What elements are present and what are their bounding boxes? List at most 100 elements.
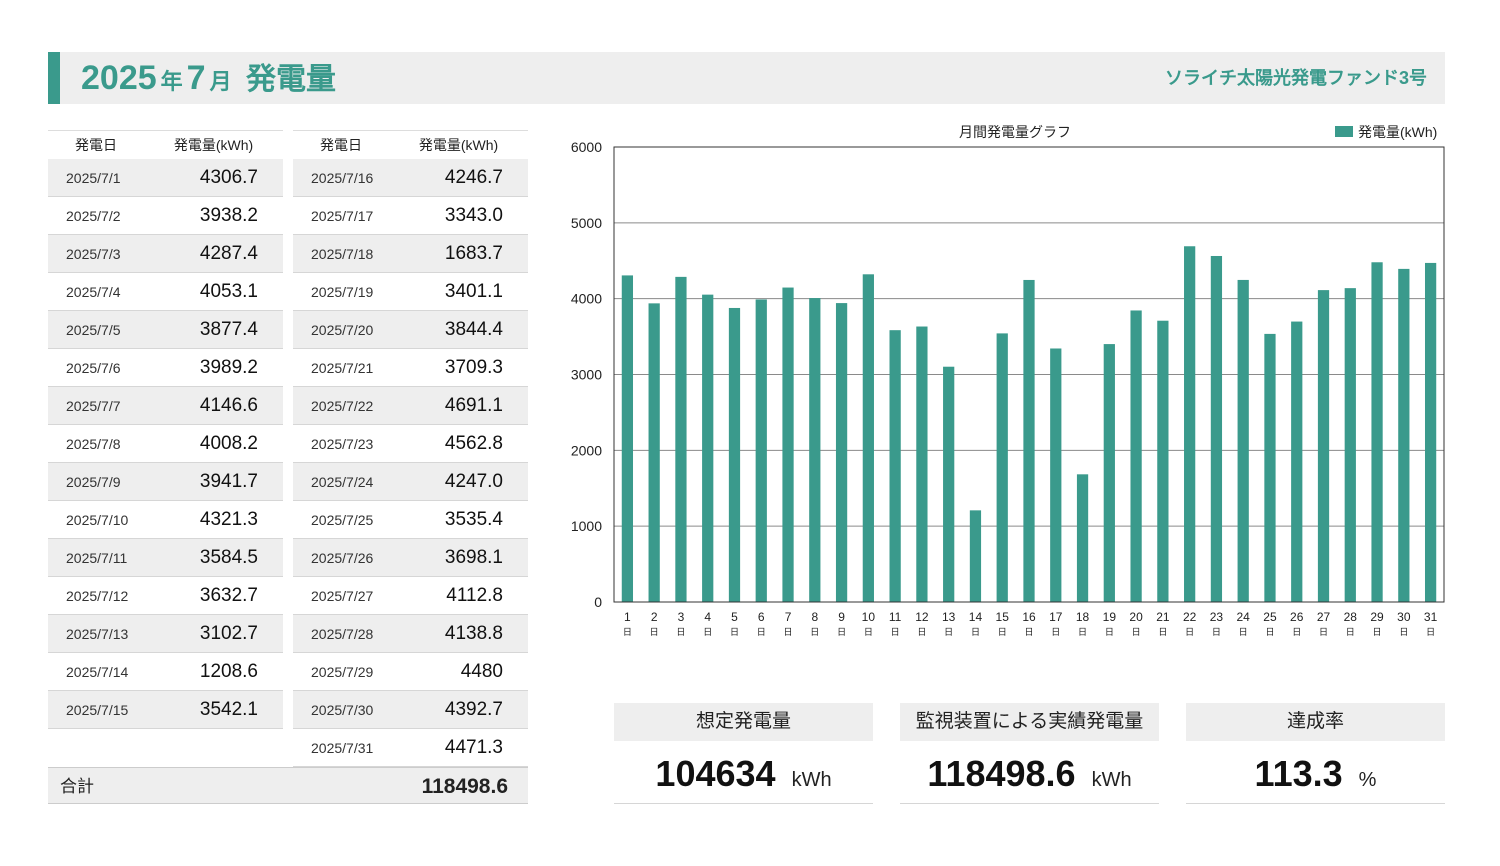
row-date: 2025/7/27 bbox=[311, 587, 374, 604]
col-header-date: 発電日 bbox=[320, 137, 362, 153]
x-tick-suffix: 日 bbox=[1292, 627, 1301, 637]
bar-day-4 bbox=[702, 294, 714, 602]
x-tick-label: 20 bbox=[1129, 610, 1143, 624]
table-row: 2025/7/21 3709.3 bbox=[293, 349, 528, 387]
summary-label: 想定発電量 bbox=[614, 703, 873, 741]
bar-day-27 bbox=[1317, 290, 1330, 602]
col-header-date: 発電日 bbox=[75, 137, 117, 153]
table-row: 2025/7/23 4562.8 bbox=[293, 425, 528, 463]
x-tick-suffix: 日 bbox=[757, 627, 766, 637]
table-row: 2025/7/19 3401.1 bbox=[293, 273, 528, 311]
row-date: 2025/7/7 bbox=[66, 397, 121, 414]
bar-day-9 bbox=[835, 303, 848, 602]
y-tick-label: 2000 bbox=[571, 442, 602, 458]
x-tick-label: 8 bbox=[811, 610, 818, 624]
bar-day-28 bbox=[1344, 288, 1356, 602]
bar-day-21 bbox=[1157, 320, 1169, 602]
row-value: 3941.7 bbox=[199, 470, 258, 492]
x-tick-suffix: 日 bbox=[1078, 627, 1087, 637]
chart-svg: 月間発電量グラフ 発電量(kWh) 0 1000 2000 3000 4000 5000 6… bbox=[571, 124, 1445, 637]
bar-day-15 bbox=[996, 333, 1008, 602]
row-date: 2025/7/14 bbox=[66, 663, 129, 680]
row-value: 3844.4 bbox=[444, 318, 503, 340]
row-value: 4112.8 bbox=[446, 584, 503, 606]
row-date: 2025/7/2 bbox=[66, 207, 121, 224]
bar-day-30 bbox=[1398, 268, 1410, 602]
x-tick-suffix: 日 bbox=[1399, 627, 1408, 637]
table-row: 2025/7/29 4480 bbox=[293, 653, 528, 691]
row-value: 4691.1 bbox=[444, 394, 503, 416]
row-date: 2025/7/31 bbox=[311, 739, 374, 756]
bar-day-11 bbox=[889, 330, 901, 602]
x-tick-suffix: 日 bbox=[703, 627, 712, 637]
x-tick-label: 10 bbox=[862, 610, 876, 624]
title-text: 発電量 bbox=[246, 63, 337, 96]
bar-day-12 bbox=[916, 326, 928, 602]
table-row: 2025/7/17 3343.0 bbox=[293, 197, 528, 235]
row-value: 4321.3 bbox=[199, 508, 258, 530]
row-date: 2025/7/25 bbox=[311, 511, 374, 528]
x-tick-label: 3 bbox=[678, 610, 685, 624]
title-month: 7 bbox=[186, 59, 206, 97]
x-tick-label: 15 bbox=[996, 610, 1010, 624]
row-date: 2025/7/29 bbox=[311, 663, 374, 680]
table-row: 2025/7/26 3698.1 bbox=[293, 539, 528, 577]
table-row: 2025/7/2 3938.2 bbox=[48, 197, 283, 235]
row-value: 4053.1 bbox=[199, 280, 258, 302]
total-label: 合計 bbox=[60, 777, 94, 796]
summary-unit: kWh bbox=[791, 769, 832, 791]
row-date: 2025/7/30 bbox=[311, 701, 374, 718]
row-date: 2025/7/17 bbox=[311, 207, 374, 224]
bar-day-19 bbox=[1103, 344, 1115, 602]
bar-day-6 bbox=[755, 299, 767, 602]
table-row: 2025/7/14 1208.6 bbox=[48, 653, 283, 691]
x-tick-label: 2 bbox=[651, 610, 658, 624]
x-tick-label: 21 bbox=[1156, 610, 1170, 624]
row-value: 4246.7 bbox=[444, 166, 503, 188]
table-row: 2025/7/16 4246.7 bbox=[293, 159, 528, 197]
summary-value-row: 113.3% bbox=[1186, 741, 1445, 804]
x-tick-label: 6 bbox=[758, 610, 765, 624]
table-row: 2025/7/31 4471.3 bbox=[293, 729, 528, 767]
table-row: 2025/7/20 3844.4 bbox=[293, 311, 528, 349]
row-value: 3102.7 bbox=[199, 622, 258, 644]
x-tick-suffix: 日 bbox=[891, 627, 900, 637]
summary-label: 達成率 bbox=[1186, 703, 1445, 741]
bar-day-8 bbox=[809, 298, 821, 602]
bar-day-29 bbox=[1371, 262, 1383, 602]
x-tick-suffix: 日 bbox=[676, 627, 685, 637]
x-tick-suffix: 日 bbox=[917, 627, 926, 637]
table-row: 2025/7/24 4247.0 bbox=[293, 463, 528, 501]
table-row: 2025/7/5 3877.4 bbox=[48, 311, 283, 349]
summary-unit: kWh bbox=[1091, 769, 1132, 791]
x-tick-label: 18 bbox=[1076, 610, 1090, 624]
x-tick-suffix: 日 bbox=[1265, 627, 1274, 637]
table-row: 2025/7/7 4146.6 bbox=[48, 387, 283, 425]
row-date: 2025/7/12 bbox=[66, 587, 129, 604]
x-tick-label: 13 bbox=[942, 610, 956, 624]
x-tick-label: 24 bbox=[1237, 610, 1251, 624]
row-date: 2025/7/13 bbox=[66, 625, 129, 642]
row-value: 3343.0 bbox=[444, 204, 503, 226]
table-row: 2025/7/4 4053.1 bbox=[48, 273, 283, 311]
table-row: 2025/7/11 3584.5 bbox=[48, 539, 283, 577]
x-tick-suffix: 日 bbox=[1158, 627, 1167, 637]
row-value: 3632.7 bbox=[199, 584, 258, 606]
x-tick-suffix: 日 bbox=[837, 627, 846, 637]
title-year-suffix: 年 bbox=[160, 69, 183, 94]
row-value: 1683.7 bbox=[444, 242, 503, 264]
y-tick-label: 4000 bbox=[571, 291, 602, 307]
table-body: 2025/7/16 4246.7 2025/7/17 3343.0 2025/7/18 1… bbox=[293, 159, 528, 767]
row-value: 3535.4 bbox=[444, 508, 503, 530]
x-tick-suffix: 日 bbox=[650, 627, 659, 637]
row-date: 2025/7/24 bbox=[311, 473, 374, 490]
title-month-suffix: 月 bbox=[209, 69, 232, 94]
title-year: 2025 bbox=[81, 59, 157, 97]
summary-value-row: 104634 kWh bbox=[614, 741, 873, 804]
x-tick-suffix: 日 bbox=[623, 627, 632, 637]
row-value: 4247.0 bbox=[444, 470, 503, 492]
bar-day-16 bbox=[1023, 279, 1035, 602]
row-value: 4471.3 bbox=[444, 736, 503, 758]
x-tick-suffix: 日 bbox=[971, 627, 980, 637]
row-date: 2025/7/21 bbox=[311, 359, 374, 376]
